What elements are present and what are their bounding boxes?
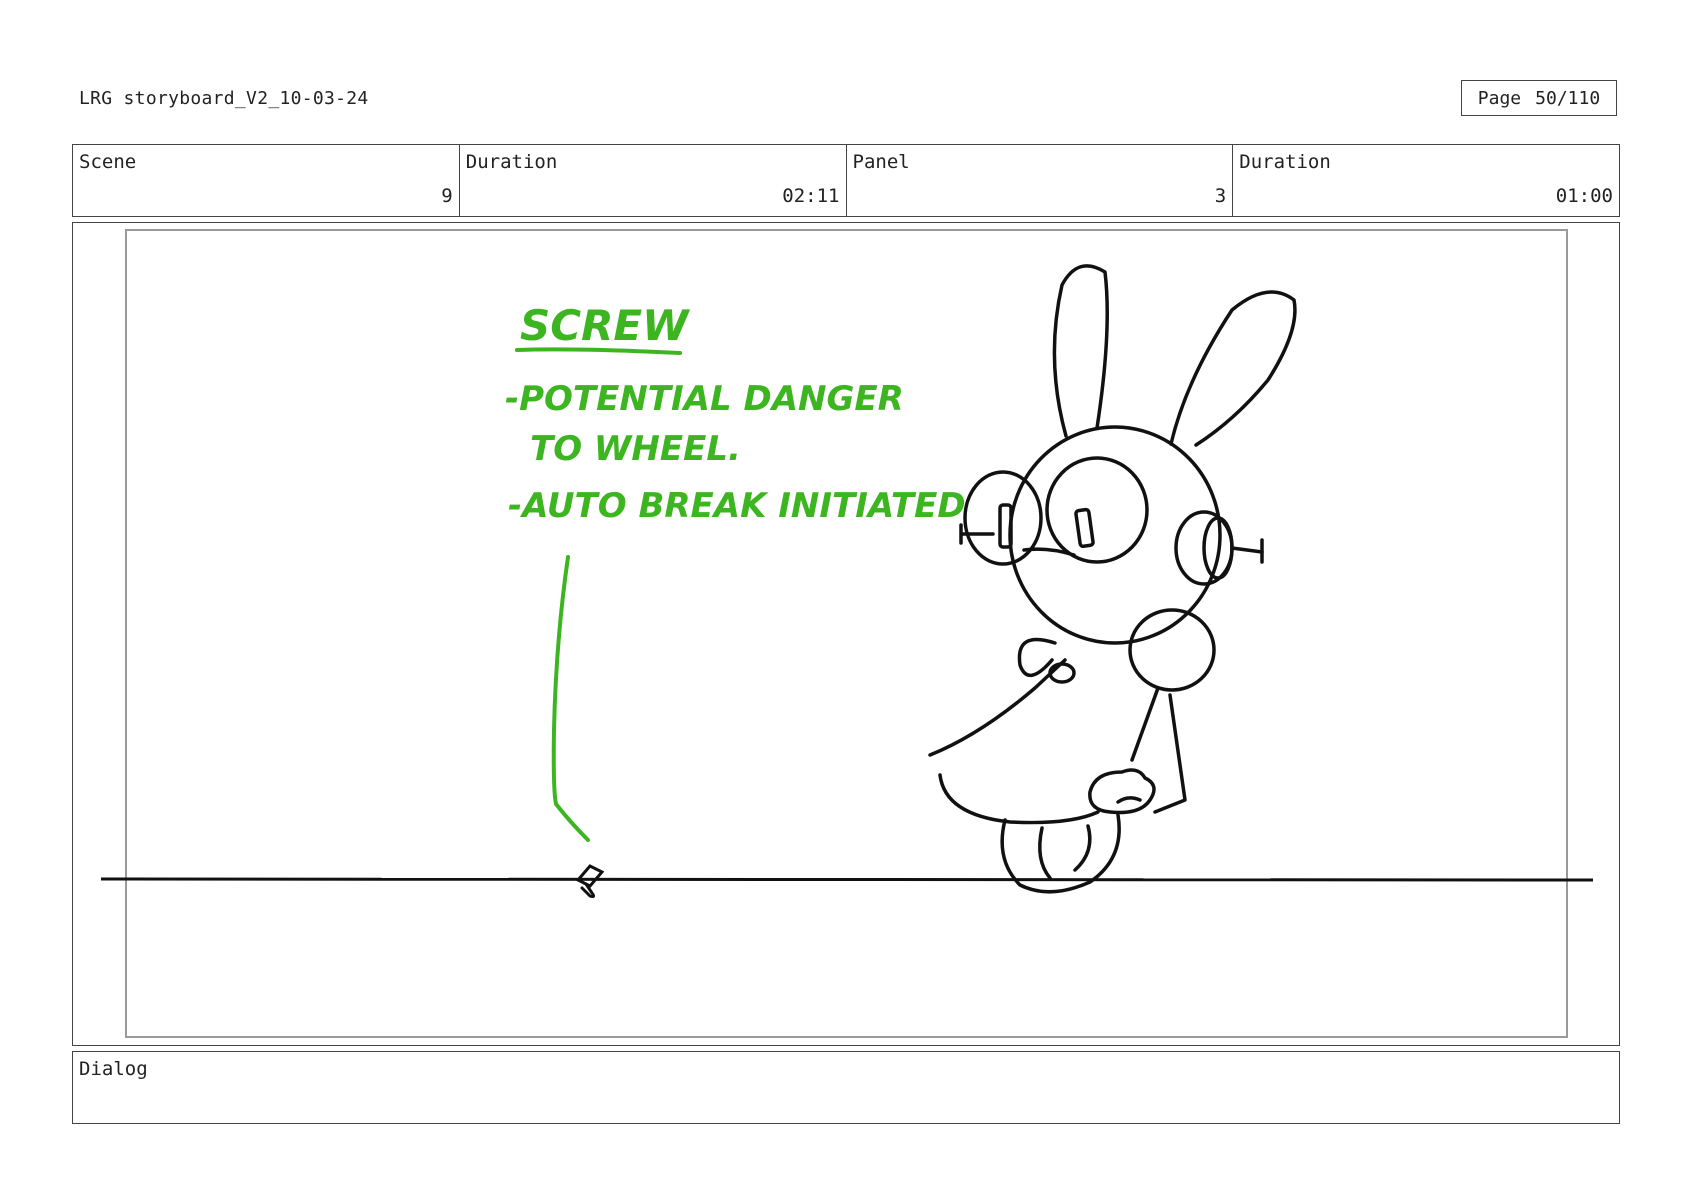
dialog-box: Dialog (72, 1051, 1620, 1124)
title-underline (515, 347, 682, 355)
annotation-line-3: -AUTO BREAK INITIATED (508, 486, 966, 526)
annotation-line-2: TO WHEEL. (530, 429, 741, 469)
dialog-label: Dialog (79, 1058, 148, 1080)
annotation-line-1: -POTENTIAL DANGER (505, 379, 904, 419)
screw-annotation: SCREW -POTENTIAL DANGER TO WHEEL. -AUTO … (505, 301, 966, 842)
annotation-title: SCREW (520, 301, 691, 350)
pointer-arrow (551, 555, 590, 842)
ground-line (100, 877, 1594, 882)
screw-icon (575, 864, 605, 899)
robot-bunny-character (928, 264, 1297, 894)
storyboard-drawing: SCREW -POTENTIAL DANGER TO WHEEL. -AUTO … (100, 264, 1594, 899)
